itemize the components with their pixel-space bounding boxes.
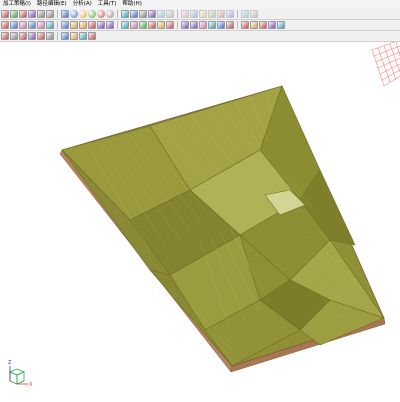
arrow-icon[interactable] <box>61 21 69 29</box>
tool-icon[interactable] <box>106 21 114 29</box>
layers-icon[interactable] <box>241 21 249 29</box>
toolbar-row-1 <box>0 9 400 20</box>
surface-icon[interactable] <box>148 21 156 29</box>
dim-tool-icon[interactable] <box>241 10 249 18</box>
layer-icon[interactable] <box>61 10 69 18</box>
preview-wireframe <box>371 39 400 87</box>
cross-icon[interactable] <box>166 21 174 29</box>
save-icon[interactable] <box>28 10 36 18</box>
toolbar-row-2 <box>0 20 400 31</box>
page-icon[interactable] <box>190 21 198 29</box>
toolbar-separator <box>57 10 58 18</box>
layer-icon[interactable] <box>88 21 96 29</box>
dim-tool-icon[interactable] <box>157 10 165 18</box>
toolbar-row-3 <box>0 31 400 42</box>
measure-icon[interactable] <box>139 21 147 29</box>
material-icon[interactable] <box>79 32 87 40</box>
toolbar-separator <box>177 21 178 29</box>
dim-tool-icon[interactable] <box>166 10 174 18</box>
sim-icon[interactable] <box>250 21 258 29</box>
dash-icon[interactable] <box>28 32 36 40</box>
shade-sphere-icon[interactable] <box>70 10 78 18</box>
cross-icon[interactable] <box>61 32 69 40</box>
dim-tool-icon[interactable] <box>226 10 234 18</box>
grid-icon[interactable] <box>79 21 87 29</box>
palette-icon[interactable] <box>226 21 234 29</box>
dim-tool-icon[interactable] <box>181 10 189 18</box>
plus-icon[interactable] <box>46 32 54 40</box>
wrench-icon[interactable] <box>199 21 207 29</box>
window-icon[interactable] <box>1 10 9 18</box>
undo-icon[interactable] <box>46 10 54 18</box>
select-icon[interactable] <box>1 21 9 29</box>
brush-icon[interactable] <box>88 32 96 40</box>
menu-machining[interactable]: 加工策略(I) <box>0 0 34 9</box>
axis-gizmo: X Z <box>8 360 33 388</box>
menu-analysis[interactable]: 分析(A) <box>70 0 95 9</box>
line-style-icon[interactable] <box>37 32 45 40</box>
dim-tool-icon[interactable] <box>208 10 216 18</box>
dim-tool-icon[interactable] <box>250 10 258 18</box>
toolbar-separator <box>237 21 238 29</box>
shade-sphere-icon[interactable] <box>79 10 87 18</box>
axis-z-label: Z <box>8 360 12 366</box>
toolbar-separator <box>57 21 58 29</box>
snap-icon[interactable] <box>157 21 165 29</box>
close-icon[interactable] <box>70 21 78 29</box>
zoom-window-icon[interactable] <box>139 10 147 18</box>
view-front-icon[interactable] <box>10 21 18 29</box>
axis-x-label: X <box>29 382 33 388</box>
menu-tools[interactable]: 工具(T) <box>95 0 120 9</box>
grid-icon[interactable] <box>19 32 27 40</box>
dim-tool-icon[interactable] <box>217 10 225 18</box>
pin-icon[interactable] <box>208 21 216 29</box>
dots-icon[interactable] <box>259 21 267 29</box>
cube-icon[interactable] <box>10 10 18 18</box>
color-icon[interactable] <box>70 32 78 40</box>
toolbar-separator <box>57 32 58 40</box>
view-top-icon[interactable] <box>28 21 36 29</box>
3d-viewport[interactable]: X Z <box>0 39 400 400</box>
print-icon[interactable] <box>37 10 45 18</box>
menu-path-edit[interactable]: 路径编辑(E) <box>34 0 70 9</box>
shade-sphere-icon[interactable] <box>97 10 105 18</box>
sphere-outline-icon[interactable] <box>106 10 114 18</box>
wire-icon[interactable] <box>121 10 129 18</box>
arrow-icon[interactable] <box>181 21 189 29</box>
text-icon[interactable] <box>277 21 285 29</box>
viewport-canvas[interactable]: X Z <box>0 39 400 400</box>
shade-sphere-icon[interactable] <box>88 10 96 18</box>
gear-icon[interactable] <box>268 21 276 29</box>
select-icon[interactable] <box>1 32 9 40</box>
zoom-fit-icon[interactable] <box>148 10 156 18</box>
toolbar-separator <box>237 10 238 18</box>
render-icon[interactable] <box>130 10 138 18</box>
toolbar-separator <box>117 21 118 29</box>
check-icon[interactable] <box>130 21 138 29</box>
menu-help[interactable]: 帮助(H) <box>119 0 144 9</box>
path-icon[interactable] <box>121 21 129 29</box>
toolbar-separator <box>177 10 178 18</box>
view-iso-icon[interactable] <box>19 21 27 29</box>
toolbar-separator <box>117 10 118 18</box>
toolpath-facets <box>61 85 385 367</box>
view-iso-icon[interactable] <box>10 32 18 40</box>
curve-icon[interactable] <box>97 21 105 29</box>
rotate-icon[interactable] <box>37 21 45 29</box>
open-icon[interactable] <box>19 10 27 18</box>
trace-icon[interactable] <box>217 21 225 29</box>
dim-tool-icon[interactable] <box>190 10 198 18</box>
dim-tool-icon[interactable] <box>199 10 207 18</box>
pan-icon[interactable] <box>46 21 54 29</box>
